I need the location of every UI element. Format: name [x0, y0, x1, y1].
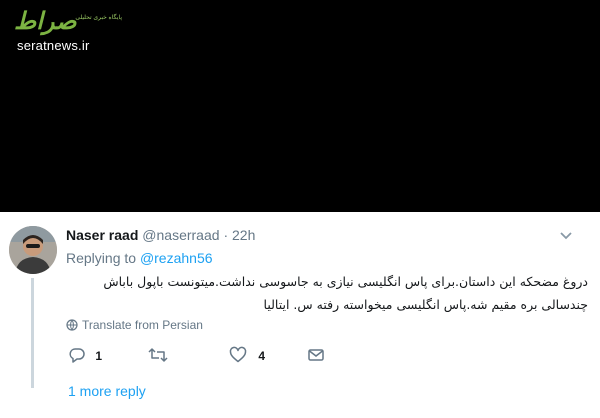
like-button[interactable]: 4 — [229, 346, 265, 366]
direct-message-button[interactable] — [307, 346, 325, 366]
message-icon — [308, 349, 324, 361]
translate-link[interactable]: Translate from Persian — [66, 317, 203, 333]
author-name[interactable]: Naser raad — [66, 227, 138, 243]
like-icon — [229, 346, 247, 363]
logo-tagline: پایگاه خبری تحلیلی — [75, 15, 122, 21]
translate-label: Translate from Persian — [82, 318, 203, 332]
more-options-button[interactable] — [559, 228, 575, 242]
site-watermark-logo: صراط پایگاه خبری تحلیلی seratnews.ir — [14, 8, 124, 54]
replying-to-label: Replying to — [66, 250, 137, 266]
avatar-photo-icon — [9, 226, 57, 274]
tweet-timestamp[interactable]: 22h — [232, 227, 255, 243]
author-handle[interactable]: @naserraad — [142, 227, 219, 243]
reply-button[interactable]: 1 — [68, 346, 102, 366]
retweet-button[interactable] — [148, 346, 168, 366]
thread-line — [31, 278, 34, 388]
tweet-actions: 1 4 — [66, 346, 366, 366]
chevron-down-icon — [560, 232, 572, 240]
tweet-header: Naser raad @naserraad · 22h — [66, 226, 255, 244]
replying-to-line: Replying to @rezahn56 — [66, 249, 213, 267]
retweet-icon — [148, 348, 168, 362]
like-count: 4 — [258, 349, 266, 363]
avatar[interactable] — [9, 226, 57, 274]
globe-icon — [66, 319, 78, 331]
tweet-text: دروغ مضحکه این داستان.برای پاس انگلیسی ن… — [103, 274, 588, 312]
replying-to-handle[interactable]: @rezahn56 — [140, 250, 213, 266]
more-replies-link[interactable]: 1 more reply — [68, 382, 146, 400]
logo-site-url: seratnews.ir — [17, 38, 90, 53]
separator-dot: · — [223, 227, 229, 243]
black-media-area: صراط پایگاه خبری تحلیلی seratnews.ir — [0, 0, 600, 212]
screenshot-frame: صراط پایگاه خبری تحلیلی seratnews.ir Nas… — [0, 0, 600, 418]
reply-count: 1 — [95, 349, 103, 363]
reply-icon — [69, 348, 85, 363]
tweet-card[interactable]: Naser raad @naserraad · 22h Replying to … — [0, 212, 600, 418]
